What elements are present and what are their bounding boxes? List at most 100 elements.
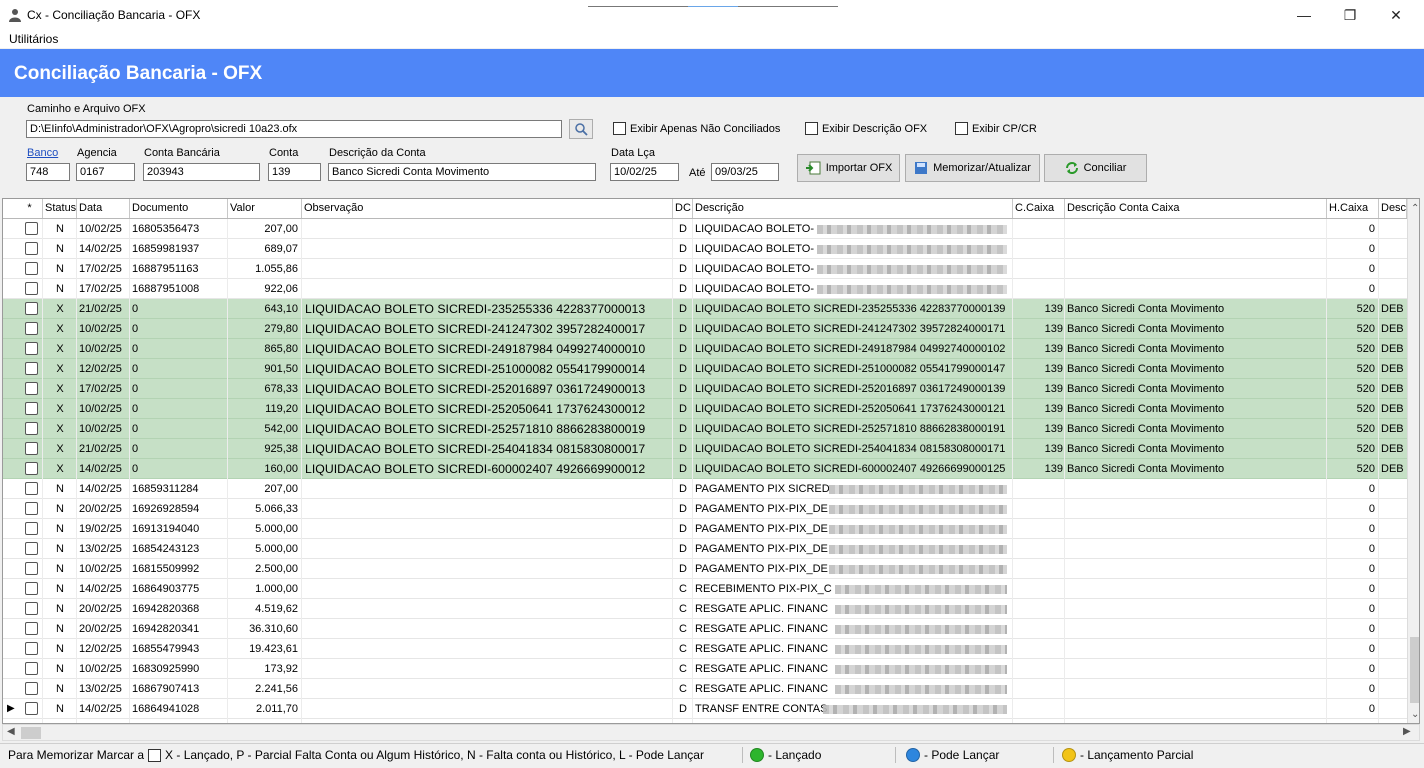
row-select-checkbox[interactable] [25, 482, 38, 495]
restore-button[interactable]: ❐ [1328, 4, 1372, 26]
cell-dc: D [679, 363, 687, 375]
row-select-checkbox[interactable] [25, 642, 38, 655]
checkbox-box[interactable] [613, 122, 626, 135]
cell-hcaixa: 0 [1368, 283, 1375, 295]
col-header-data[interactable]: Data [77, 199, 130, 218]
table-row[interactable]: ▶ N 14/02/25 16864941028 2.011,70 D TRANSF ENT… [3, 699, 1419, 719]
scroll-down-icon[interactable]: ⌄ [1411, 709, 1419, 720]
row-select-checkbox[interactable] [25, 302, 38, 315]
row-select-checkbox[interactable] [25, 562, 38, 575]
row-select-checkbox[interactable] [25, 522, 38, 535]
table-row[interactable]: N 13/02/25 16854243123 5.000,00 D PAGAMENTO P… [3, 539, 1419, 559]
menu-bar: Utilitários [0, 30, 1424, 48]
scroll-left-icon[interactable]: ◀ [7, 726, 15, 737]
col-header-observacao[interactable]: Observação [302, 199, 673, 218]
table-row[interactable]: X 10/02/25 0 119,20 LIQUIDACAO BOLETO SICRED… [3, 399, 1419, 419]
col-header-hcaixa[interactable]: H.Caixa [1327, 199, 1379, 218]
table-row[interactable]: N 13/02/25 16867907413 2.241,56 C RESGATE APL… [3, 679, 1419, 699]
path-input[interactable]: D:\EIinfo\Administrador\OFX\Agropro\sicr… [26, 120, 562, 138]
conta-input[interactable]: 139 [268, 163, 321, 181]
col-header-valor[interactable]: Valor [228, 199, 302, 218]
table-row[interactable]: N 20/02/25 16926928594 5.066,33 D PAGAMENTO P… [3, 499, 1419, 519]
row-select-checkbox[interactable] [25, 362, 38, 375]
browse-button[interactable] [569, 119, 593, 139]
table-row[interactable]: N 14/02/25 16859981937 689,07 D LIQUIDACAO BO… [3, 239, 1419, 259]
row-select-checkbox[interactable] [25, 662, 38, 675]
table-row[interactable]: N 10/02/25 16805356473 207,00 D LIQUIDACAO BO… [3, 219, 1419, 239]
row-select-checkbox[interactable] [25, 402, 38, 415]
table-row[interactable]: N 12/02/25 16855479943 19.423,61 C RESGATE AP… [3, 639, 1419, 659]
row-select-checkbox[interactable] [25, 502, 38, 515]
banco-link[interactable]: Banco [27, 147, 58, 159]
row-select-checkbox[interactable] [25, 702, 38, 715]
table-row[interactable]: X 10/02/25 0 279,80 LIQUIDACAO BOLETO SICRED… [3, 319, 1419, 339]
row-select-checkbox[interactable] [25, 542, 38, 555]
table-row[interactable]: X 14/02/25 0 160,00 LIQUIDACAO BOLETO SICRED… [3, 459, 1419, 479]
table-row[interactable]: N 10/02/25 16815509992 2.500,00 D PAGAMENTO P… [3, 559, 1419, 579]
cell-ccaixa [1013, 279, 1065, 299]
table-row[interactable]: N 20/02/25 16942820341 36.310,60 C RESGATE AP… [3, 619, 1419, 639]
col-header-status[interactable]: Status [43, 199, 77, 218]
banco-input[interactable]: 748 [26, 163, 70, 181]
row-select-checkbox[interactable] [25, 262, 38, 275]
descricao-conta-input[interactable]: Banco Sicredi Conta Movimento [328, 163, 596, 181]
importar-ofx-button[interactable]: Importar OFX [797, 154, 900, 182]
table-row[interactable]: X 21/02/25 0 925,38 LIQUIDACAO BOLETO SICRED… [3, 439, 1419, 459]
col-header-desc[interactable]: Desc [1379, 199, 1407, 218]
horizontal-scrollbar[interactable]: ◀ ▶ [2, 724, 1420, 741]
row-select-checkbox[interactable] [25, 242, 38, 255]
table-row[interactable]: N 17/02/25 16887951008 922,06 D LIQUIDACAO BO… [3, 279, 1419, 299]
checkbox-box[interactable] [805, 122, 818, 135]
row-select-checkbox[interactable] [25, 282, 38, 295]
table-row[interactable]: X 21/02/25 0 643,10 LIQUIDACAO BOLETO SICRED… [3, 299, 1419, 319]
row-select-checkbox[interactable] [25, 622, 38, 635]
col-header-select[interactable]: * [3, 199, 43, 218]
col-header-dc[interactable]: DC [673, 199, 693, 218]
row-select-checkbox[interactable] [25, 582, 38, 595]
table-row[interactable]: X 10/02/25 0 542,00 LIQUIDACAO BOLETO SICRED… [3, 419, 1419, 439]
row-select-checkbox[interactable] [25, 442, 38, 455]
col-header-descricao-conta-caixa[interactable]: Descrição Conta Caixa [1065, 199, 1327, 218]
row-select-checkbox[interactable] [25, 322, 38, 335]
vertical-scrollbar[interactable]: ⌃ ⌄ [1407, 199, 1419, 723]
table-row[interactable]: X 17/02/25 0 678,33 LIQUIDACAO BOLETO SICRED… [3, 379, 1419, 399]
table-row[interactable]: X 12/02/25 0 901,50 LIQUIDACAO BOLETO SICRED… [3, 359, 1419, 379]
data-inicial-input[interactable]: 10/02/25 [610, 163, 679, 181]
table-row[interactable]: X 10/02/25 0 865,80 LIQUIDACAO BOLETO SICRED… [3, 339, 1419, 359]
cell-valor: 922,06 [264, 283, 298, 295]
row-select-checkbox[interactable] [25, 222, 38, 235]
row-select-checkbox[interactable] [25, 342, 38, 355]
row-select-checkbox[interactable] [25, 382, 38, 395]
scroll-thumb[interactable] [1410, 637, 1419, 703]
menu-utilitarios[interactable]: Utilitários [9, 32, 58, 46]
cell-ccaixa [1013, 579, 1065, 599]
conta-bancaria-input[interactable]: 203943 [143, 163, 260, 181]
memorizar-atualizar-button[interactable]: Memorizar/Atualizar [905, 154, 1040, 182]
row-select-checkbox[interactable] [25, 462, 38, 475]
minimize-button[interactable]: — [1282, 4, 1326, 26]
scroll-thumb[interactable] [21, 727, 41, 739]
col-header-documento[interactable]: Documento [130, 199, 228, 218]
table-row[interactable]: N 10/02/25 16830925990 173,92 C RESGATE APLIC… [3, 659, 1419, 679]
chk-nao-conciliados[interactable]: Exibir Apenas Não Conciliados [613, 122, 780, 135]
close-button[interactable]: ✕ [1374, 4, 1418, 26]
table-row[interactable]: N 14/02/25 16859311284 207,00 D PAGAMENTO PIX… [3, 479, 1419, 499]
col-header-descricao[interactable]: Descrição [693, 199, 1013, 218]
row-select-checkbox[interactable] [25, 422, 38, 435]
col-header-ccaixa[interactable]: C.Caixa [1013, 199, 1065, 218]
table-row[interactable]: N 19/02/25 16913194040 5.000,00 D PAGAMENTO P… [3, 519, 1419, 539]
scroll-up-icon[interactable]: ⌃ [1411, 203, 1419, 214]
table-row[interactable]: N 17/02/25 16887951163 1.055,86 D LIQUIDACAO … [3, 259, 1419, 279]
data-final-input[interactable]: 09/03/25 [711, 163, 779, 181]
scroll-right-icon[interactable]: ▶ [1403, 726, 1411, 737]
chk-descricao-ofx[interactable]: Exibir Descrição OFX [805, 122, 927, 135]
agencia-input[interactable]: 0167 [76, 163, 135, 181]
conciliar-button[interactable]: Conciliar [1044, 154, 1147, 182]
table-row[interactable]: N 14/02/25 16864903775 1.000,00 C RECEBIMENTO… [3, 579, 1419, 599]
row-select-checkbox[interactable] [25, 682, 38, 695]
checkbox-box[interactable] [955, 122, 968, 135]
chk-cpcr[interactable]: Exibir CP/CR [955, 122, 1037, 135]
cell-descricao: LIQUIDACAO BOLETO SICREDI-252050641 1737… [695, 403, 1006, 415]
row-select-checkbox[interactable] [25, 602, 38, 615]
table-row[interactable]: N 20/02/25 16942820368 4.519,62 C RESGATE APL… [3, 599, 1419, 619]
